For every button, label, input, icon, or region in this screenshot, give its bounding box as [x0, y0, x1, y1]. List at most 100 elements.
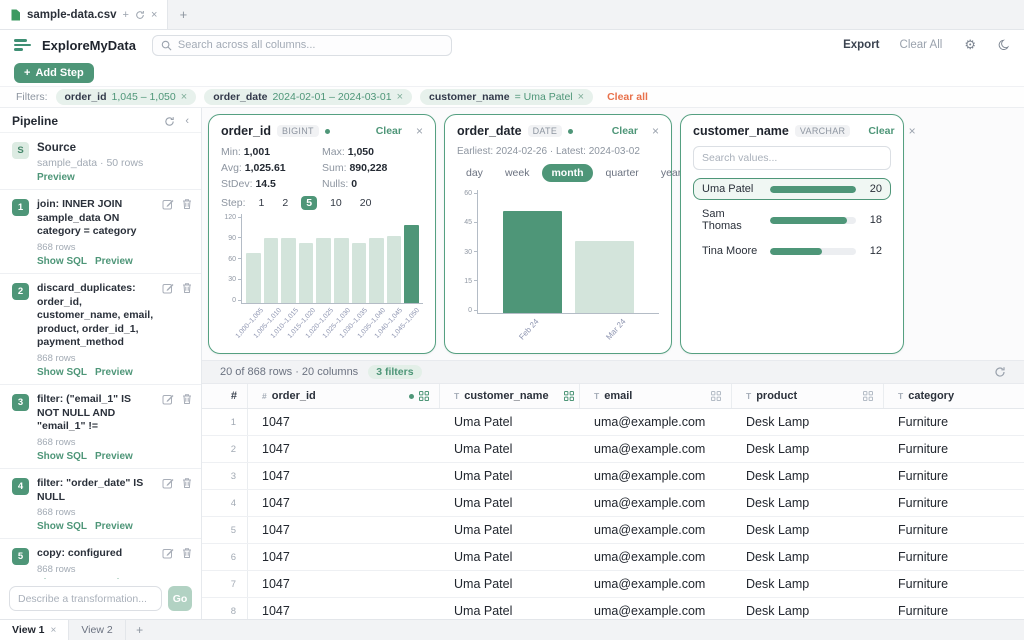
granularity-option[interactable]: quarter: [597, 164, 648, 182]
edit-step-icon[interactable]: [162, 393, 174, 405]
delete-step-icon[interactable]: [181, 198, 193, 210]
preview-link[interactable]: Preview: [95, 256, 133, 267]
granularity-option-selected[interactable]: month: [542, 164, 592, 182]
table-cell[interactable]: Desk Lamp: [732, 409, 884, 435]
add-step-button[interactable]: + Add Step: [14, 63, 94, 83]
table-cell[interactable]: Uma Patel: [440, 598, 580, 619]
table-cell[interactable]: Uma Patel: [440, 436, 580, 462]
table-cell[interactable]: uma@example.com: [580, 517, 732, 543]
clear-filter-link[interactable]: Clear: [612, 125, 638, 137]
chip-close-icon[interactable]: ×: [181, 91, 187, 103]
table-row[interactable]: 21047Uma Pateluma@example.comDesk LampFu…: [202, 436, 1024, 463]
table-cell[interactable]: 1047: [248, 463, 440, 489]
table-cell[interactable]: Furniture: [884, 598, 1024, 619]
step-option[interactable]: 2: [277, 196, 293, 210]
histogram-bar[interactable]: [264, 238, 279, 303]
table-cell[interactable]: 1047: [248, 490, 440, 516]
step-option-selected[interactable]: 5: [301, 196, 317, 210]
value-row[interactable]: Uma Patel20: [693, 178, 891, 200]
show-sql-link[interactable]: Show SQL: [37, 367, 87, 378]
filter-chip-order-id[interactable]: order_id 1,045 – 1,050 ×: [56, 89, 197, 105]
table-cell[interactable]: Desk Lamp: [732, 517, 884, 543]
table-row[interactable]: 11047Uma Pateluma@example.comDesk LampFu…: [202, 409, 1024, 436]
close-view-icon[interactable]: ×: [51, 625, 57, 636]
table-cell[interactable]: Uma Patel: [440, 409, 580, 435]
edit-step-icon[interactable]: [162, 282, 174, 294]
grid-view-icon[interactable]: [419, 391, 429, 401]
granularity-option[interactable]: day: [457, 164, 492, 182]
close-card-icon[interactable]: ×: [416, 124, 423, 138]
table-cell[interactable]: Uma Patel: [440, 490, 580, 516]
table-cell[interactable]: uma@example.com: [580, 463, 732, 489]
edit-step-icon[interactable]: [162, 477, 174, 489]
table-row[interactable]: 31047Uma Pateluma@example.comDesk LampFu…: [202, 463, 1024, 490]
tab-plus-icon[interactable]: +: [123, 9, 129, 21]
table-cell[interactable]: 1047: [248, 598, 440, 619]
column-header-customer-name[interactable]: T customer_name: [440, 384, 580, 408]
value-row[interactable]: Tina Moore12: [693, 240, 891, 262]
table-cell[interactable]: Desk Lamp: [732, 544, 884, 570]
view-tab-2[interactable]: View 2: [69, 620, 125, 640]
granularity-option[interactable]: week: [496, 164, 539, 182]
histogram-bar[interactable]: [281, 238, 296, 303]
clear-filter-link[interactable]: Clear: [376, 125, 402, 137]
pipeline-step-1[interactable]: 1 join: INNER JOIN sample_data ON catego…: [0, 190, 201, 274]
dark-mode-moon-icon[interactable]: [998, 39, 1010, 51]
histogram-bar[interactable]: [334, 238, 349, 303]
table-cell[interactable]: uma@example.com: [580, 598, 732, 619]
edit-step-icon[interactable]: [162, 198, 174, 210]
histogram-bar[interactable]: [246, 253, 261, 303]
pipeline-step-3[interactable]: 3 filter: ("email_1" IS NOT NULL AND "em…: [0, 385, 201, 469]
new-tab-button[interactable]: +: [168, 0, 198, 29]
clear-all-button[interactable]: Clear All: [900, 39, 943, 51]
grid-view-icon[interactable]: [564, 391, 574, 401]
column-header-category[interactable]: T category: [884, 384, 1024, 408]
edit-step-icon[interactable]: [162, 547, 174, 559]
table-cell[interactable]: 1047: [248, 436, 440, 462]
show-sql-link[interactable]: Show SQL: [37, 451, 87, 462]
table-cell[interactable]: Furniture: [884, 490, 1024, 516]
table-row[interactable]: 51047Uma Pateluma@example.comDesk LampFu…: [202, 517, 1024, 544]
file-tab[interactable]: sample-data.csv + ×: [0, 0, 168, 29]
pipeline-step-2[interactable]: 2 discard_duplicates: order_id, customer…: [0, 274, 201, 385]
step-option[interactable]: 10: [325, 196, 347, 210]
table-cell[interactable]: Furniture: [884, 409, 1024, 435]
table-cell[interactable]: Uma Patel: [440, 571, 580, 597]
table-cell[interactable]: Furniture: [884, 544, 1024, 570]
table-cell[interactable]: uma@example.com: [580, 409, 732, 435]
table-cell[interactable]: Desk Lamp: [732, 463, 884, 489]
table-cell[interactable]: Desk Lamp: [732, 436, 884, 462]
filter-chip-customer-name[interactable]: customer_name = Uma Patel ×: [420, 89, 593, 105]
histogram-bar[interactable]: [352, 243, 367, 303]
preview-link[interactable]: Preview: [95, 367, 133, 378]
value-search-input[interactable]: [693, 146, 891, 170]
table-cell[interactable]: Uma Patel: [440, 544, 580, 570]
step-option[interactable]: 1: [254, 196, 270, 210]
go-button[interactable]: Go: [168, 586, 192, 611]
show-sql-link[interactable]: Show SQL: [37, 256, 87, 267]
table-cell[interactable]: 1047: [248, 544, 440, 570]
table-cell[interactable]: 1047: [248, 409, 440, 435]
table-row[interactable]: 71047Uma Pateluma@example.comDesk LampFu…: [202, 571, 1024, 598]
table-cell[interactable]: uma@example.com: [580, 436, 732, 462]
table-cell[interactable]: Desk Lamp: [732, 598, 884, 619]
table-cell[interactable]: Furniture: [884, 517, 1024, 543]
grid-view-icon[interactable]: [863, 391, 873, 401]
delete-step-icon[interactable]: [181, 477, 193, 489]
delete-step-icon[interactable]: [181, 393, 193, 405]
histogram-bar[interactable]: [503, 211, 563, 314]
global-search[interactable]: [152, 35, 452, 56]
preview-link[interactable]: Preview: [95, 521, 133, 532]
histogram-bar[interactable]: [387, 236, 402, 303]
table-cell[interactable]: uma@example.com: [580, 571, 732, 597]
chip-close-icon[interactable]: ×: [578, 91, 584, 103]
table-cell[interactable]: Uma Patel: [440, 463, 580, 489]
delete-step-icon[interactable]: [181, 282, 193, 294]
table-cell[interactable]: Desk Lamp: [732, 490, 884, 516]
settings-gear-icon[interactable]: ⚙: [964, 37, 976, 53]
column-header-email[interactable]: T email: [580, 384, 732, 408]
clear-filter-link[interactable]: Clear: [868, 125, 894, 137]
chip-close-icon[interactable]: ×: [397, 91, 403, 103]
tab-refresh-icon[interactable]: [135, 10, 145, 20]
table-cell[interactable]: Uma Patel: [440, 517, 580, 543]
